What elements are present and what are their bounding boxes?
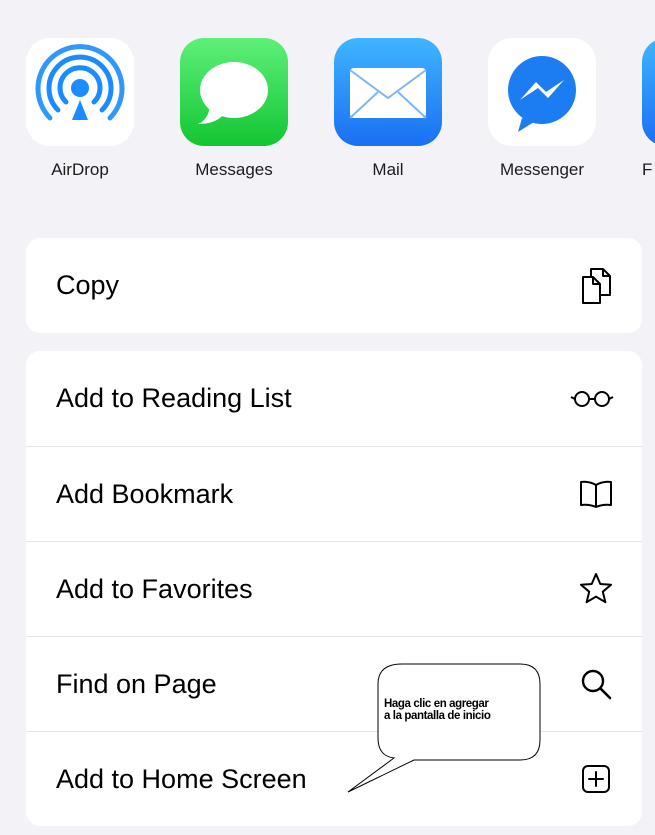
share-app-partial[interactable]: F	[642, 38, 655, 180]
messages-icon	[180, 38, 288, 146]
share-app-airdrop[interactable]: AirDrop	[26, 38, 134, 180]
action-label: Add to Favorites	[56, 573, 253, 604]
add-bookmark-action[interactable]: Add Bookmark	[26, 446, 642, 541]
share-app-messenger[interactable]: Messenger	[488, 38, 596, 180]
share-app-label: Mail	[372, 160, 404, 179]
book-icon	[578, 476, 614, 512]
magnifier-icon	[578, 666, 614, 702]
share-app-label: F	[642, 160, 653, 179]
airdrop-icon	[26, 38, 134, 146]
star-icon	[578, 571, 614, 607]
action-label: Add to Reading List	[56, 383, 292, 413]
callout-bubble	[347, 663, 541, 793]
action-label: Find on Page	[56, 668, 217, 699]
add-to-home-screen-action[interactable]: Add to Home Screen	[26, 731, 642, 826]
share-app-messages[interactable]: Messages	[180, 38, 288, 180]
add-to-favorites-action[interactable]: Add to Favorites	[26, 541, 642, 636]
callout-text: Haga clic en agregar a la pantalla de in…	[384, 698, 534, 722]
share-app-label: AirDrop	[51, 160, 109, 179]
share-app-label: Messenger	[499, 160, 585, 179]
copy-group: Copy	[26, 238, 642, 333]
app-icon	[642, 38, 655, 146]
share-app-label: Messages	[195, 160, 273, 179]
action-label: Add Bookmark	[56, 478, 234, 509]
copy-label: Copy	[56, 270, 120, 300]
mail-icon	[334, 38, 442, 146]
plus-square-icon	[578, 761, 614, 797]
share-app-mail[interactable]: Mail	[334, 38, 442, 180]
callout-line: a la pantalla de inicio	[384, 710, 491, 722]
glasses-icon	[570, 381, 614, 417]
callout-line: Haga clic en agregar	[384, 698, 489, 710]
copy-icon	[578, 267, 614, 304]
share-apps-row: AirDrop Messages Mail Messenger F	[0, 0, 655, 200]
actions-group: Add to Reading List Add Bookmark Add to …	[26, 351, 642, 826]
find-on-page-action[interactable]: Find on Page	[26, 636, 642, 731]
add-to-reading-list-action[interactable]: Add to Reading List	[26, 351, 642, 446]
action-label: Add to Home Screen	[56, 763, 307, 794]
messenger-icon	[488, 38, 596, 146]
copy-action[interactable]: Copy	[26, 238, 642, 333]
